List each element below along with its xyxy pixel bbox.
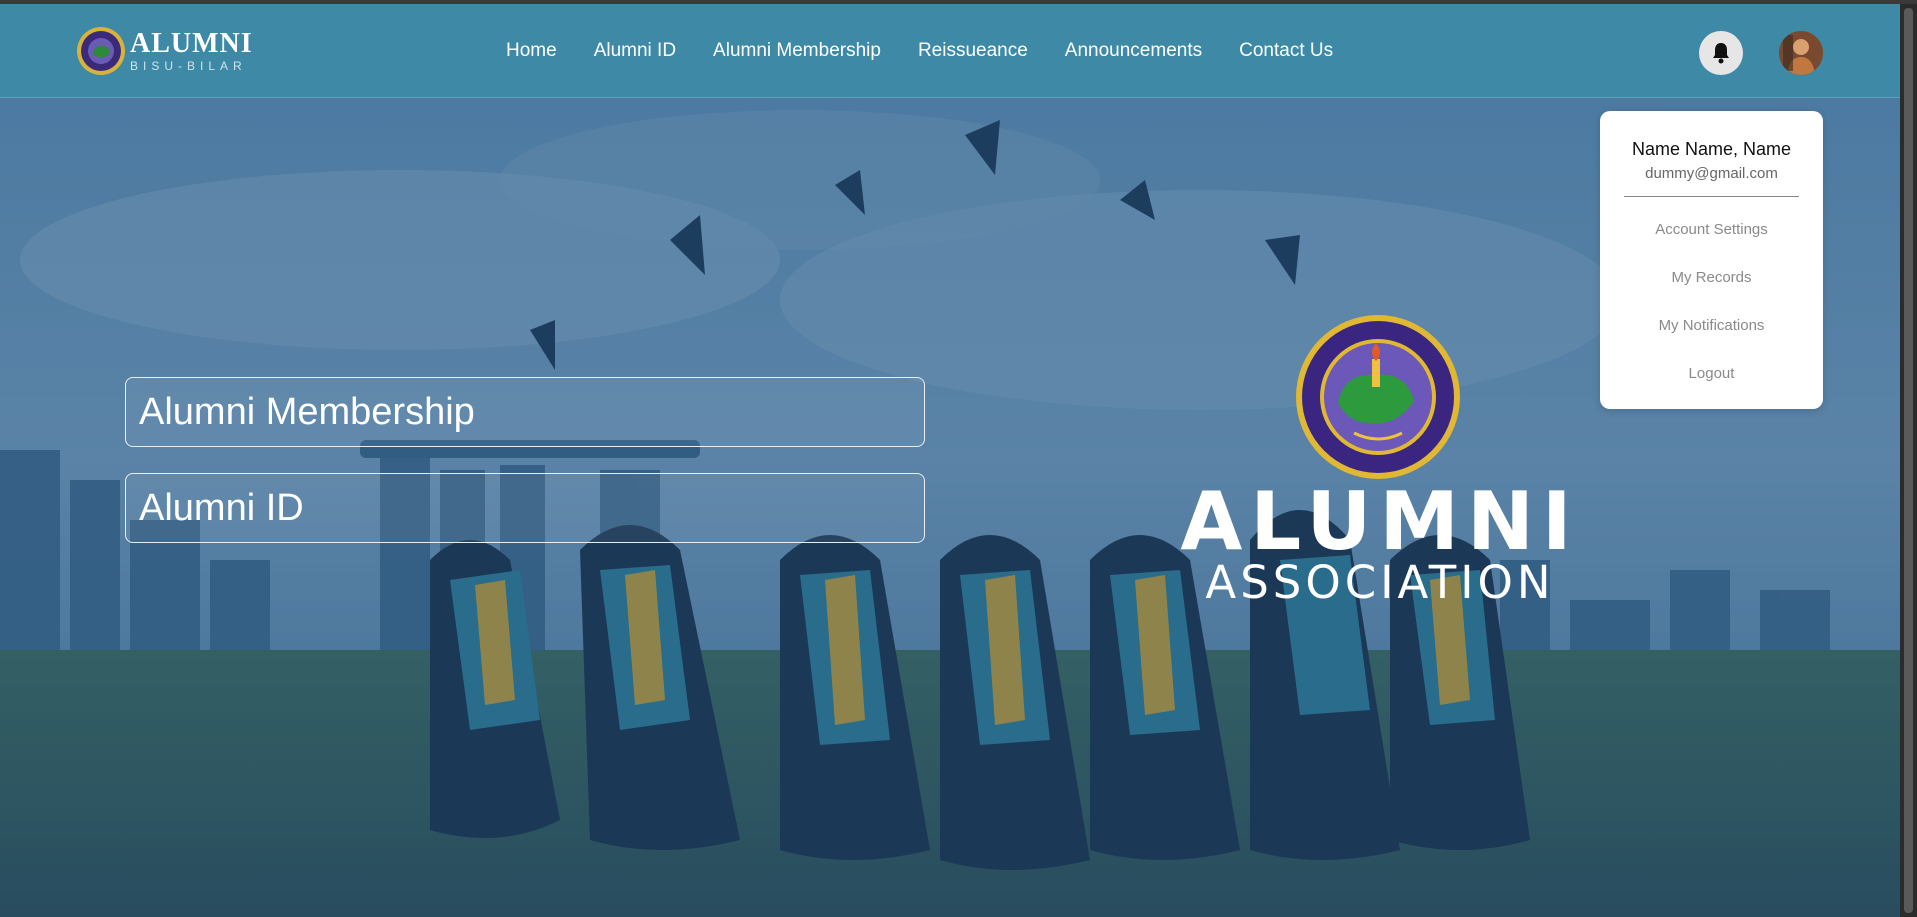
nav-announcements[interactable]: Announcements bbox=[1065, 40, 1202, 62]
dropdown-divider bbox=[1624, 196, 1799, 197]
user-name: Name Name, Name bbox=[1631, 139, 1792, 159]
main-nav: Home Alumni ID Alumni Membership Reissue… bbox=[506, 4, 1370, 98]
top-navbar: ALUMNI BISU-BILAR Home Alumni ID Alumni … bbox=[0, 4, 1900, 98]
nav-reissueance[interactable]: Reissueance bbox=[918, 40, 1028, 62]
my-notifications-link[interactable]: My Notifications bbox=[1600, 317, 1823, 334]
user-avatar-button[interactable] bbox=[1779, 31, 1823, 75]
user-avatar bbox=[1779, 31, 1823, 75]
nav-contact-us[interactable]: Contact Us bbox=[1239, 40, 1333, 62]
account-dropdown: Name Name, Name dummy@gmail.com Account … bbox=[1600, 111, 1823, 409]
university-seal-icon bbox=[1296, 315, 1460, 479]
account-settings-link[interactable]: Account Settings bbox=[1600, 221, 1823, 238]
my-records-link[interactable]: My Records bbox=[1600, 269, 1823, 286]
window-top-border bbox=[0, 0, 1917, 4]
bell-icon bbox=[1713, 43, 1729, 64]
nav-home[interactable]: Home bbox=[506, 40, 557, 62]
page-scrollbar[interactable] bbox=[1900, 4, 1917, 917]
university-seal-icon bbox=[77, 27, 125, 75]
user-email: dummy@gmail.com bbox=[1645, 165, 1778, 182]
page-viewport: ALUMNI BISU-BILAR Home Alumni ID Alumni … bbox=[0, 0, 1900, 917]
scrollbar-thumb[interactable] bbox=[1904, 8, 1913, 913]
association-title: ALUMNI bbox=[1180, 475, 1580, 568]
nav-alumni-id[interactable]: Alumni ID bbox=[594, 40, 676, 62]
brand-logo[interactable]: ALUMNI BISU-BILAR bbox=[76, 24, 253, 78]
alumni-id-button[interactable]: Alumni ID bbox=[125, 473, 925, 543]
notifications-button[interactable] bbox=[1699, 31, 1743, 75]
brand-subtitle: BISU-BILAR bbox=[130, 59, 247, 73]
nav-alumni-membership[interactable]: Alumni Membership bbox=[713, 40, 881, 62]
brand-title: ALUMNI bbox=[130, 28, 253, 59]
alumni-membership-button[interactable]: Alumni Membership bbox=[125, 377, 925, 447]
logout-link[interactable]: Logout bbox=[1600, 365, 1823, 382]
association-subtitle: ASSOCIATION bbox=[1205, 556, 1555, 609]
